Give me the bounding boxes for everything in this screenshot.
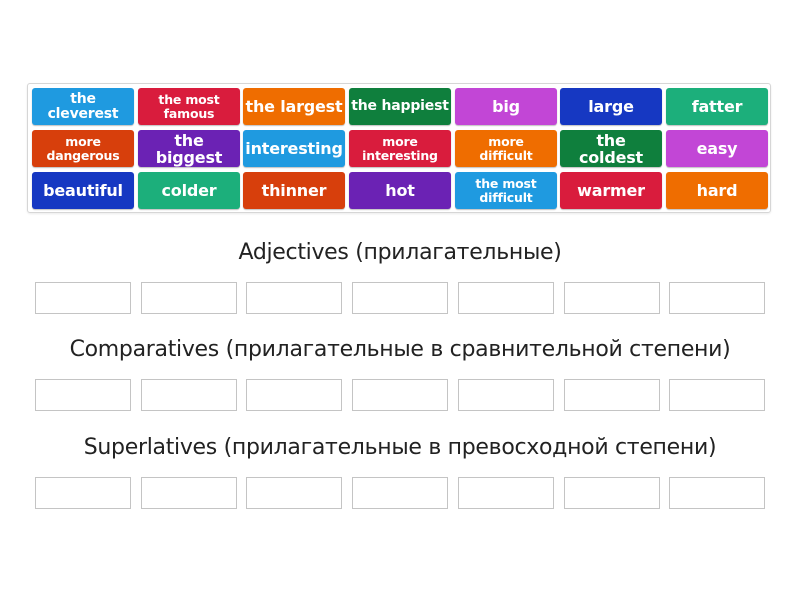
tile-label: hard [696, 181, 738, 200]
drop-slot[interactable] [563, 379, 660, 411]
word-tile[interactable]: hot [349, 172, 451, 209]
drop-slot[interactable] [352, 282, 449, 314]
word-tile[interactable]: hard [666, 172, 768, 209]
drop-slot[interactable] [563, 282, 660, 314]
tile-label: the coldest [578, 130, 644, 167]
tile-label: beautiful [43, 181, 123, 200]
word-tile[interactable]: fatter [666, 88, 768, 125]
tile-label: large [588, 97, 634, 116]
drop-slot[interactable] [140, 477, 237, 509]
drop-slot[interactable] [457, 379, 554, 411]
word-tile[interactable]: big [455, 88, 557, 125]
drop-slot[interactable] [35, 477, 131, 509]
drop-slot[interactable] [140, 282, 237, 314]
tile-label: the largest [245, 97, 343, 116]
word-tile[interactable]: more interesting [349, 130, 451, 167]
tile-label: fatter [691, 97, 743, 116]
group-heading-adjectives: Adjectives (прилагательные) [238, 240, 562, 265]
tile-label: big [492, 97, 520, 116]
drop-slot[interactable] [246, 379, 343, 411]
tile-label: warmer [577, 181, 645, 200]
drop-slot[interactable] [352, 477, 449, 509]
word-tile[interactable]: the most famous [138, 88, 240, 125]
word-tile[interactable]: the happiest [349, 88, 451, 125]
word-tile[interactable]: more dangerous [32, 130, 134, 167]
word-tile[interactable]: the cleverest [32, 88, 134, 125]
word-tile[interactable]: the largest [243, 88, 345, 125]
drop-slot[interactable] [35, 282, 131, 314]
drop-slot[interactable] [352, 379, 449, 411]
drop-slot[interactable] [669, 477, 766, 509]
tile-label: the happiest [351, 98, 449, 114]
word-tile[interactable]: the biggest [138, 130, 240, 167]
word-tile[interactable]: interesting [243, 130, 345, 167]
tile-label: thinner [261, 181, 327, 200]
word-bank: the cleverest the most famous the largest… [27, 83, 771, 213]
drop-slot[interactable] [246, 477, 343, 509]
tile-label: easy [696, 139, 738, 158]
tile-label: the biggest [155, 130, 223, 167]
tile-label: interesting [245, 139, 343, 158]
drop-slot[interactable] [246, 282, 343, 314]
group-heading-superlatives: Superlatives (прилагательные в превосход… [83, 435, 717, 460]
tile-label: more interesting [362, 133, 438, 163]
tile-label: colder [161, 181, 217, 200]
drop-slot[interactable] [140, 379, 237, 411]
tile-label: more difficult [479, 133, 533, 163]
tile-label: the most famous [158, 91, 220, 121]
word-tile[interactable]: more difficult [455, 130, 557, 167]
word-tile[interactable]: colder [138, 172, 240, 209]
word-tile[interactable]: large [560, 88, 662, 125]
tile-label: more dangerous [46, 133, 120, 163]
tile-label: hot [385, 181, 415, 200]
drop-slot[interactable] [669, 282, 766, 314]
word-tile[interactable]: easy [666, 130, 768, 167]
drop-slot[interactable] [35, 379, 131, 411]
word-tile[interactable]: beautiful [32, 172, 134, 209]
word-tile[interactable]: the coldest [560, 130, 662, 167]
drop-slot[interactable] [457, 477, 554, 509]
group-heading-comparatives: Comparatives (прилагательные в сравнител… [69, 337, 731, 362]
word-tile[interactable]: thinner [243, 172, 345, 209]
drop-slot[interactable] [457, 282, 554, 314]
tile-label: the most difficult [475, 175, 537, 205]
drop-slot[interactable] [563, 477, 660, 509]
drop-slot[interactable] [669, 379, 766, 411]
word-tile[interactable]: the most difficult [455, 172, 557, 209]
word-tile[interactable]: warmer [560, 172, 662, 209]
tile-label: the cleverest [47, 90, 119, 122]
